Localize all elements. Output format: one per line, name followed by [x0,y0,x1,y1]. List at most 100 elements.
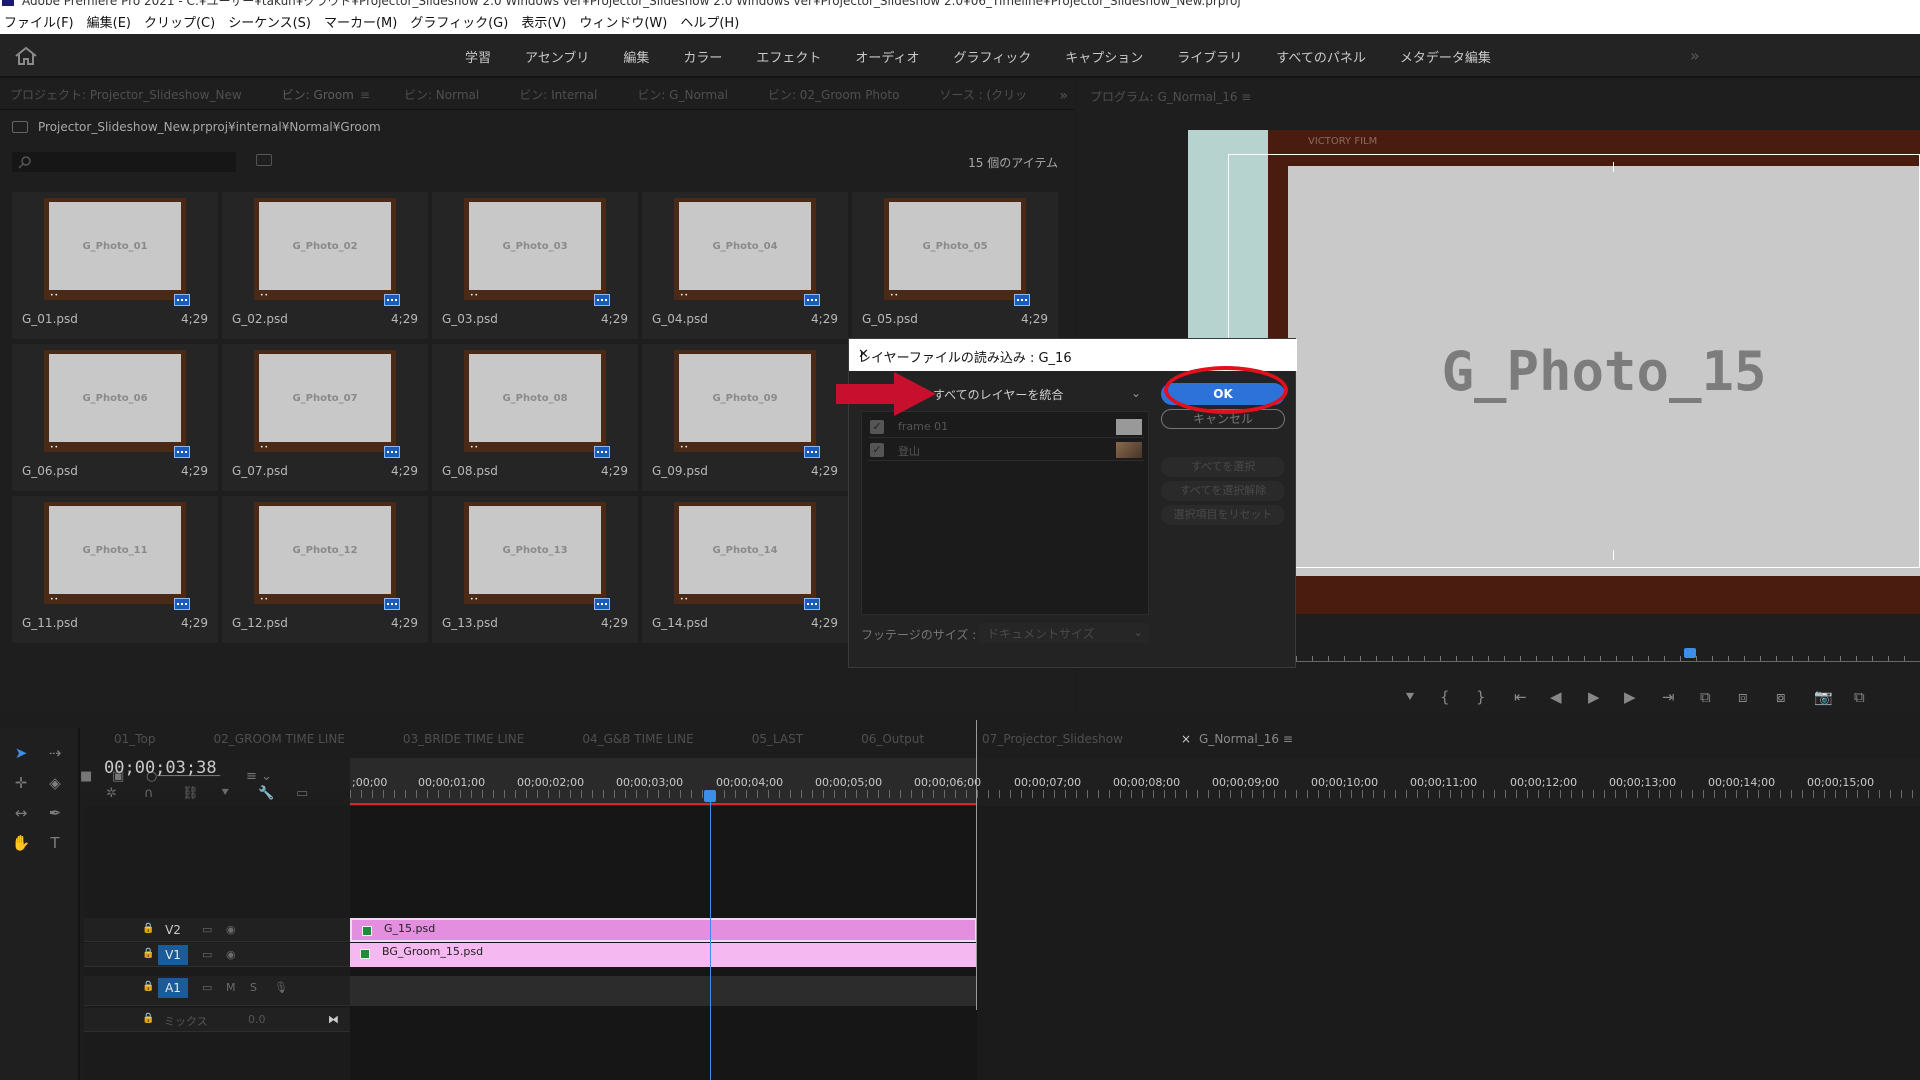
menu-view[interactable]: 表示(V) [521,12,566,31]
sync-lock-icon[interactable]: ▭ [202,981,212,994]
workspace-libraries[interactable]: ライブラリ [1177,47,1242,66]
lock-icon[interactable]: 🔒 [142,948,154,959]
export-frame-icon[interactable]: 📷 [1814,688,1833,706]
transform-bounding-box[interactable] [1228,154,1920,568]
lift-icon[interactable]: ⧉ [1700,688,1711,706]
menu-help[interactable]: ヘルプ(H) [680,12,739,31]
workspace-color[interactable]: カラー [683,47,722,66]
tab-source[interactable]: ソース : (クリッ [939,86,1027,103]
hand-tool-icon[interactable]: ✋ [10,832,32,854]
wrench-icon[interactable]: 🔧 [258,786,274,801]
deselect-all-button[interactable]: すべてを選択解除 [1161,481,1285,501]
compare-icon[interactable]: ⧇ [1776,688,1786,706]
go-to-in-icon[interactable]: ⇤ [1514,688,1527,706]
menu-marker[interactable]: マーカー(M) [324,12,397,31]
layer-checkbox[interactable]: ✓ [870,443,884,457]
project-item[interactable]: G_Photo_03 •• G_03.psd 4;29 [432,192,638,339]
clip-v2[interactable]: G_15.psd [350,918,977,942]
track-name-a1[interactable]: A1 [158,978,188,998]
workspace-effects[interactable]: エフェクト [756,47,821,66]
track-name-v1[interactable]: V1 [158,945,188,965]
mute-icon[interactable]: M [226,981,236,994]
project-item[interactable]: G_Photo_02 •• G_02.psd 4;29 [222,192,428,339]
lock-icon[interactable]: 🔒 [142,981,154,992]
timeline-ruler[interactable]: ;00;00 00;00;01;00 00;00;02;00 00;00;03;… [350,758,1920,806]
project-item[interactable]: G_Photo_06 •• G_06.psd 4;29 [12,344,218,491]
captions-icon[interactable]: ▭ [296,786,308,801]
reset-selection-button[interactable]: 選択項目をリセット [1161,505,1285,525]
step-forward-icon[interactable]: ▶ [1624,688,1636,706]
tab-seq-output[interactable]: 06_Output [861,732,924,746]
sync-lock-icon[interactable]: ▭ [202,948,212,961]
selection-tool-icon[interactable]: ➤ [10,742,32,764]
workspace-graphics[interactable]: グラフィック [954,47,1032,66]
play-icon[interactable]: ▶ [1588,688,1600,706]
workspace-assembly[interactable]: アセンブリ [525,47,589,66]
menu-sequence[interactable]: シーケンス(S) [228,12,311,31]
project-item[interactable]: G_Photo_14 •• G_14.psd 4;29 [642,496,848,643]
add-marker-icon[interactable]: ⯆ [220,786,230,801]
tab-seq-gb[interactable]: 04_G&B TIME LINE [582,732,693,746]
workspace-captions[interactable]: キャプション [1065,47,1143,66]
project-item[interactable]: G_Photo_05 •• G_05.psd 4;29 [852,192,1058,339]
project-item[interactable]: G_Photo_13 •• G_13.psd 4;29 [432,496,638,643]
mark-out-icon[interactable]: } [1476,688,1486,706]
project-item[interactable]: G_Photo_12 •• G_12.psd 4;29 [222,496,428,643]
ripple-edit-tool-icon[interactable]: ✛ [10,772,32,794]
tab-bin-groom[interactable]: ビン: Groom [282,86,354,103]
mark-in-icon[interactable]: { [1440,688,1450,706]
track-name-v2[interactable]: V2 [158,920,188,940]
project-item[interactable]: G_Photo_08 •• G_08.psd 4;29 [432,344,638,491]
nest-icon[interactable]: ✲ [106,786,117,801]
close-icon[interactable]: × [1181,732,1191,746]
workspace-metadata[interactable]: メタデータ編集 [1400,47,1491,66]
new-search-bin-icon[interactable] [256,154,272,166]
add-marker-icon[interactable]: ⯆ [1404,688,1416,706]
extract-icon[interactable]: ⧈ [1738,688,1748,706]
lock-icon[interactable]: 🔒 [142,923,154,934]
project-item[interactable]: G_Photo_04 •• G_04.psd 4;29 [642,192,848,339]
project-item[interactable]: G_Photo_11 •• G_11.psd 4;29 [12,496,218,643]
close-icon[interactable]: ✕ [858,347,1289,362]
sync-lock-icon[interactable]: ▭ [202,923,212,936]
workspace-audio[interactable]: オーディオ [855,47,919,66]
project-item[interactable]: G_Photo_09 •• G_09.psd 4;29 [642,344,848,491]
tab-seq-g-normal-16[interactable]: × G_Normal_16 ≡ [1181,732,1293,746]
workspace-editing[interactable]: 編集 [623,47,649,66]
microphone-icon[interactable]: 🎙 [274,981,288,994]
pen-tool-icon[interactable]: ✒ [44,802,66,824]
program-playhead[interactable] [1684,648,1696,658]
track-select-tool-icon[interactable]: ⇢ [44,742,66,764]
mix-end-icon[interactable]: ⧓ [328,1013,339,1026]
eye-icon[interactable]: ◉ [226,923,236,936]
program-time-ruler[interactable] [1296,648,1920,662]
workspace-overflow-icon[interactable]: » [1690,46,1700,65]
type-tool-icon[interactable]: T [44,832,66,854]
transform-handle-bottom[interactable] [1613,550,1614,560]
sort-icon[interactable]: ≡ ⌄ [246,769,272,784]
button-editor-icon[interactable]: ⧉ [1854,688,1865,706]
timeline-timecode[interactable]: 00;00;03;38 [104,758,217,778]
project-item[interactable]: G_Photo_07 •• G_07.psd 4;29 [222,344,428,491]
icon-view-icon[interactable]: ■ [80,769,92,784]
tab-bin-groom-photo[interactable]: ビン: 02_Groom Photo [768,86,900,103]
home-icon[interactable] [14,46,38,66]
program-canvas[interactable]: VICTORY FILM G_Photo_15 [1188,130,1920,614]
tabs-overflow-icon[interactable]: » [1059,88,1068,104]
snap-icon[interactable]: ∩ [144,786,154,801]
tab-seq-projector[interactable]: 07_Projector_Slideshow [982,732,1123,746]
tab-bin-normal[interactable]: ビン: Normal [404,86,479,103]
mix-value[interactable]: 0.0 [248,1013,266,1026]
layer-row[interactable]: ✓ frame 01 [868,416,1144,438]
lock-icon[interactable]: 🔒 [142,1013,154,1024]
menu-edit[interactable]: 編集(E) [87,12,131,31]
clip-v1[interactable]: BG_Groom_15.psd [350,943,977,967]
tab-seq-top[interactable]: 01_Top [114,732,156,746]
slip-tool-icon[interactable]: ↔ [10,802,32,824]
tab-project[interactable]: プロジェクト: Projector_Slideshow_New [10,86,242,103]
eye-icon[interactable]: ◉ [226,948,236,961]
tab-seq-last[interactable]: 05_LAST [752,732,803,746]
layer-checkbox[interactable]: ✓ [870,420,884,434]
step-back-icon[interactable]: ◀ [1550,688,1562,706]
select-all-button[interactable]: すべてを選択 [1161,457,1285,477]
